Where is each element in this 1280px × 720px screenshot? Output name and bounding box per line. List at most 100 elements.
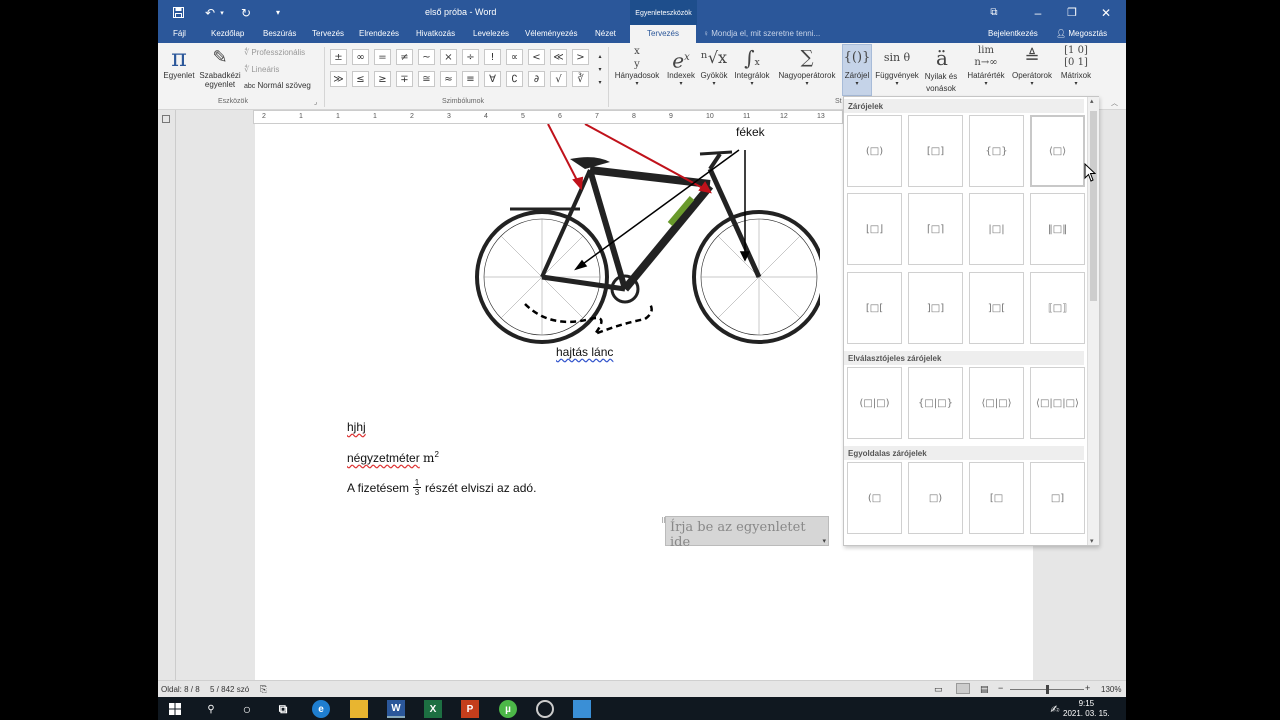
limit-button[interactable]: lim n→∞ Határérték ▾ [964, 45, 1008, 87]
ribbon-display-options-icon[interactable]: ⧉ [986, 4, 1002, 21]
bracket-option[interactable]: ‖□‖ [1030, 193, 1085, 265]
bicycle-image[interactable] [470, 124, 820, 364]
task-view-icon[interactable]: ⧉ [274, 700, 292, 718]
function-button[interactable]: sin θ Függvények ▾ [872, 45, 922, 87]
bracket-option[interactable]: ⟨□|□|□⟩ [1030, 367, 1085, 439]
linear-option[interactable]: ∜ Lineáris [244, 65, 279, 74]
tell-me-search[interactable]: ♀ Mondja el, mit szeretne tenni... [703, 29, 820, 38]
word-count[interactable]: 5 / 842 szó [210, 685, 249, 694]
symbol-button[interactable]: ÷ [462, 49, 479, 65]
large-operator-button[interactable]: ∑ Nagyoperátorok ▾ [774, 45, 840, 87]
bracket-option[interactable]: (□|□) [847, 367, 902, 439]
symbol-button[interactable]: ∀ [484, 71, 501, 87]
symbol-button[interactable]: ≪ [550, 49, 567, 65]
pen-workspace-icon[interactable]: ✍ [1046, 700, 1064, 718]
zoom-out-icon[interactable]: − [998, 683, 1003, 693]
scroll-up-icon[interactable]: ▴ [1090, 97, 1094, 105]
bracket-option[interactable]: ⟦□⟧ [1030, 272, 1085, 344]
accent-button[interactable]: ä Nyilak és vonások [921, 45, 963, 95]
ink-equation-button[interactable]: ✎ Szabadkézi egyenlet [198, 45, 242, 89]
share-button[interactable]: 👤︎ Megosztás [1056, 29, 1107, 38]
excel-icon[interactable]: X [424, 700, 442, 718]
tab-mailings[interactable]: Levelezés [473, 29, 509, 38]
bracket-option[interactable]: {□} [969, 115, 1024, 187]
tab-insert[interactable]: Beszúrás [263, 29, 296, 38]
bracket-option[interactable]: |□| [969, 193, 1024, 265]
bracket-option[interactable]: □] [1030, 462, 1085, 534]
symbol-button[interactable]: ! [484, 49, 501, 65]
tab-review[interactable]: Véleményezés [525, 29, 577, 38]
equation-placeholder-text[interactable]: Írja be az egyenletet ide [670, 520, 828, 550]
save-icon[interactable] [170, 4, 186, 21]
print-layout-icon[interactable] [956, 683, 970, 694]
tab-design[interactable]: Tervezés [312, 29, 344, 38]
normal-text-option[interactable]: abc Normál szöveg [244, 81, 311, 90]
symbol-button[interactable]: ∞ [352, 49, 369, 65]
bracket-option[interactable]: [□[ [847, 272, 902, 344]
bracket-option[interactable]: [□ [969, 462, 1024, 534]
bracket-option[interactable]: ]□] [908, 272, 963, 344]
operator-button[interactable]: ≜ Operátorok ▾ [1008, 45, 1056, 87]
bracket-option[interactable]: ⌊□⌋ [847, 193, 902, 265]
powerpoint-icon[interactable]: P [461, 700, 479, 718]
bracket-option[interactable]: (□) [847, 115, 902, 187]
bracket-option[interactable]: (□ [847, 462, 902, 534]
redo-icon[interactable]: ↻ [238, 4, 254, 21]
scroll-thumb[interactable] [1090, 111, 1097, 301]
search-icon[interactable]: ⚲ [202, 700, 220, 718]
tab-layout[interactable]: Elrendezés [359, 29, 399, 38]
tab-file[interactable]: Fájl [173, 29, 186, 38]
signin-link[interactable]: Bejelentkezés [988, 29, 1038, 38]
symbol-button[interactable]: ≥ [374, 71, 391, 87]
bracket-option[interactable]: ⌈□⌉ [908, 193, 963, 265]
tab-view[interactable]: Nézet [595, 29, 616, 38]
equation-handle-icon[interactable]: ⠿ [661, 517, 666, 525]
photos-icon[interactable] [573, 700, 591, 718]
bracket-option[interactable]: [□] [908, 115, 963, 187]
customize-quick-access-icon[interactable]: ▾ [272, 4, 284, 21]
symbol-button[interactable]: ∝ [506, 49, 523, 65]
restore-icon[interactable]: ❐ [1064, 4, 1080, 21]
symbol-button[interactable]: ∛ [572, 71, 589, 87]
symbols-more-icon[interactable]: ▾ [596, 74, 604, 90]
zoom-in-icon[interactable]: + [1085, 683, 1090, 693]
edge-icon[interactable]: e [312, 700, 330, 718]
symbol-button[interactable]: ≫ [330, 71, 347, 87]
symbol-button[interactable]: × [440, 49, 457, 65]
file-explorer-icon[interactable] [350, 700, 368, 718]
symbol-button[interactable]: ~ [418, 49, 435, 65]
bracket-option[interactable]: □) [908, 462, 963, 534]
zoom-level[interactable]: 130% [1101, 685, 1121, 694]
symbol-button[interactable]: < [528, 49, 545, 65]
minimize-icon[interactable]: – [1030, 4, 1046, 21]
script-button[interactable]: ex Indexek ▾ [661, 45, 701, 87]
symbol-button[interactable]: ∓ [396, 71, 413, 87]
fraction-equation[interactable]: 1 3 [413, 478, 422, 497]
close-icon[interactable]: ✕ [1098, 4, 1114, 21]
read-mode-icon[interactable]: ▭ [934, 684, 943, 695]
symbol-button[interactable]: ≤ [352, 71, 369, 87]
tab-home[interactable]: Kezdőlap [211, 29, 244, 38]
undo-icon[interactable]: ↶ [202, 4, 218, 21]
equation-placeholder-box[interactable]: ⠿ Írja be az egyenletet ide ▾ [661, 516, 829, 550]
symbol-button[interactable]: > [572, 49, 589, 65]
clock[interactable]: 9:15 2021. 03. 15. [1063, 699, 1110, 719]
symbol-button[interactable]: ≅ [418, 71, 435, 87]
symbol-button[interactable]: √ [550, 71, 567, 87]
professional-option[interactable]: ∜ Professzionális [244, 48, 305, 57]
page-count[interactable]: Oldal: 8 / 8 [161, 685, 200, 694]
tab-selector-icon[interactable] [162, 115, 170, 123]
symbol-button[interactable]: ∁ [506, 71, 523, 87]
proofing-icon[interactable]: ⎘ [260, 684, 267, 695]
bracket-option[interactable]: ⟨□|□⟩ [969, 367, 1024, 439]
integral-button[interactable]: ∫x Integrálok ▾ [731, 45, 773, 87]
symbol-button[interactable]: ± [330, 49, 347, 65]
obs-icon[interactable] [536, 700, 554, 718]
radical-button[interactable]: ⁿ√x Gyökök ▾ [698, 45, 730, 87]
bracket-option[interactable]: ⟨□⟩ [1030, 115, 1085, 187]
symbol-button[interactable]: ≡ [462, 71, 479, 87]
symbol-button[interactable]: = [374, 49, 391, 65]
equation-button[interactable]: π Egyenlet [160, 45, 198, 80]
torrent-icon[interactable]: µ [499, 700, 517, 718]
matrix-button[interactable]: [1 0] [0 1] Mátrixok ▾ [1056, 45, 1096, 87]
